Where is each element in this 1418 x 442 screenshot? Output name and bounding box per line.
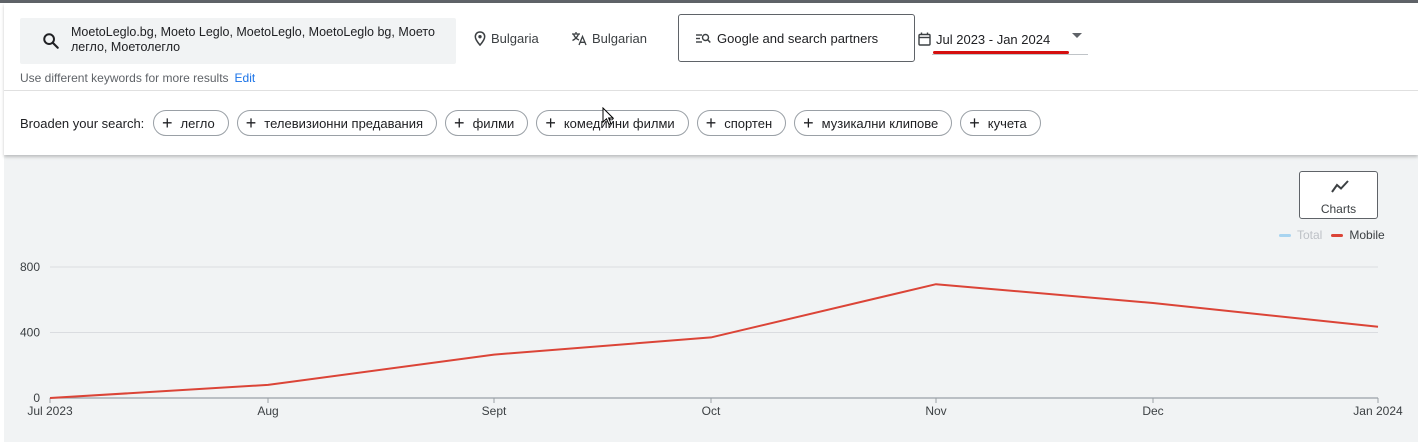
plus-icon: + — [545, 113, 556, 133]
keywords-text: MoetoLeglo.bg, Moeto Leglo, MoetoLeglo, … — [71, 25, 435, 54]
chevron-down-icon — [1072, 33, 1082, 38]
language-selector[interactable]: Bulgarian — [571, 31, 647, 46]
keywords-hint: Use different keywords for more results E… — [20, 71, 255, 85]
location-selector[interactable]: Bulgaria — [474, 31, 539, 46]
x-tick-label: Jan 2024 — [1353, 404, 1403, 418]
broaden-chips: + легло + телевизионни предавания + филми +… — [153, 110, 1041, 136]
chip-broaden-4[interactable]: + спортен — [696, 110, 787, 136]
x-tick-label: Jul 2023 — [27, 404, 73, 418]
mouse-cursor-icon — [602, 107, 614, 126]
chip-label: филми — [472, 115, 515, 131]
x-tick-label: Oct — [702, 404, 721, 418]
keywords-hint-text: Use different keywords for more results — [20, 71, 229, 85]
x-tick-label: Sept — [482, 404, 507, 418]
translate-icon — [572, 32, 587, 46]
x-tick-label: Aug — [257, 404, 278, 418]
search-volume-line-chart: 0 400 800 Jul 2023 Aug Sept Oct Nov Dec Jan 2024 — [20, 260, 1403, 418]
plus-icon: + — [969, 113, 980, 133]
chip-broaden-0[interactable]: + легло — [153, 110, 229, 136]
header-divider — [4, 90, 1418, 91]
search-icon — [43, 33, 59, 49]
calendar-icon — [918, 32, 931, 46]
chip-broaden-5[interactable]: + музикални клипове — [794, 110, 953, 136]
series-line-mobile — [49, 283, 1379, 399]
keywords-box[interactable]: MoetoLeglo.bg, Moeto Leglo, MoetoLeglo, … — [20, 18, 456, 64]
date-range-selector[interactable]: Jul 2023 - Jan 2024 — [916, 27, 1090, 55]
plus-icon: + — [803, 113, 814, 133]
y-tick-label: 0 — [33, 391, 40, 405]
chip-label: телевизионни предавания — [264, 115, 424, 131]
x-tick-label: Dec — [1142, 404, 1163, 418]
search-network-selector[interactable]: Google and search partners — [678, 14, 915, 62]
chip-broaden-2[interactable]: + филми — [445, 110, 529, 136]
network-label: Google and search partners — [717, 30, 879, 46]
broaden-search-label: Broaden your search: — [20, 116, 145, 131]
search-network-icon — [696, 33, 711, 43]
red-underline-annotation — [933, 51, 1069, 54]
x-tick-label: Nov — [925, 404, 946, 418]
plus-icon: + — [162, 113, 173, 133]
chip-broaden-6[interactable]: + кучета — [960, 110, 1041, 136]
location-label: Bulgaria — [491, 31, 539, 46]
y-tick-label: 400 — [20, 326, 40, 340]
chip-label: музикални клипове — [821, 115, 939, 131]
chip-label: кучета — [987, 115, 1027, 131]
chip-label: легло — [180, 115, 215, 131]
date-range-label: Jul 2023 - Jan 2024 — [936, 31, 1051, 47]
date-range-underline — [932, 54, 1088, 55]
chip-label: спортен — [724, 115, 773, 131]
search-settings-header: MoetoLeglo.bg, Moeto Leglo, MoetoLeglo, … — [4, 3, 1418, 155]
plus-icon: + — [245, 113, 257, 133]
chip-broaden-1[interactable]: + телевизионни предавания — [236, 110, 438, 136]
trend-chart-panel: Charts Total Mobile 0 400 800 Jul 2023 Aug Se… — [4, 155, 1418, 442]
plus-icon: + — [454, 113, 465, 133]
language-label: Bulgarian — [592, 31, 647, 46]
location-pin-icon — [474, 31, 486, 46]
chip-label: комедийни филми — [563, 115, 675, 131]
edit-keywords-link[interactable]: Edit — [235, 71, 256, 85]
y-tick-label: 800 — [20, 260, 40, 274]
plus-icon: + — [705, 113, 717, 133]
